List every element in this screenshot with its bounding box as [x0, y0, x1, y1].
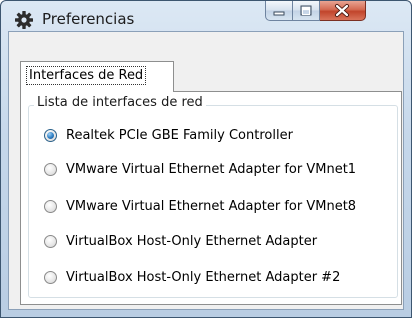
radio-button[interactable] — [44, 200, 57, 213]
radio-button[interactable] — [44, 163, 57, 176]
radio-button[interactable] — [44, 235, 57, 248]
minimize-button[interactable] — [265, 1, 293, 21]
tab-label: Interfaces de Red — [26, 66, 147, 85]
radio-button[interactable] — [44, 271, 57, 284]
tab-interfaces-de-red[interactable]: Interfaces de Red — [20, 61, 174, 92]
interface-label: VMware Virtual Ethernet Adapter for VMne… — [66, 162, 357, 177]
close-button[interactable] — [320, 1, 366, 21]
caption-buttons — [265, 1, 366, 23]
gear-icon — [14, 10, 34, 30]
interface-label: VirtualBox Host-Only Ethernet Adapter #2 — [66, 270, 341, 285]
groupbox-title: Lista de interfaces de red — [34, 95, 206, 110]
window-title: Preferencias — [42, 10, 135, 28]
interface-label: VirtualBox Host-Only Ethernet Adapter — [66, 234, 318, 249]
interface-label: VMware Virtual Ethernet Adapter for VMne… — [66, 199, 357, 214]
radio-button-checked[interactable] — [44, 129, 57, 142]
maximize-button[interactable] — [293, 1, 320, 21]
interface-label: Realtek PCIe GBE Family Controller — [66, 128, 293, 143]
